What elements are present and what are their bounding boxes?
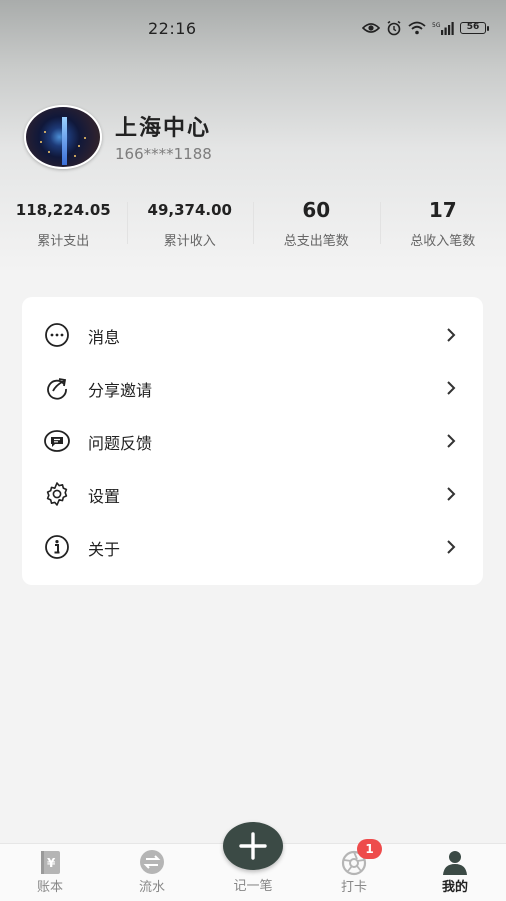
add-record-button[interactable]	[223, 822, 283, 870]
svg-text:5G: 5G	[432, 22, 441, 29]
menu-item-settings[interactable]: 设置	[22, 468, 483, 521]
message-dots-icon	[44, 322, 70, 348]
menu-item-label: 设置	[88, 483, 120, 507]
stat-value: 118,224.05	[0, 196, 127, 224]
feedback-icon	[44, 428, 70, 454]
menu-card: 消息 分享邀请 问题反馈 设置 关于	[22, 297, 483, 585]
nav-item-ledger[interactable]: ¥ 账本	[10, 844, 90, 901]
menu-item-label: 消息	[88, 324, 120, 348]
menu-item-label: 分享邀请	[88, 377, 152, 401]
alarm-icon	[386, 20, 402, 36]
checkin-badge: 1	[357, 839, 382, 859]
battery-icon: 56	[460, 22, 486, 34]
nav-label: 账本	[10, 876, 90, 895]
svg-text:¥: ¥	[47, 856, 56, 870]
chevron-right-icon	[445, 485, 457, 503]
nav-label: 打卡	[314, 876, 394, 895]
chevron-right-icon	[445, 379, 457, 397]
user-icon	[441, 848, 469, 876]
menu-item-about[interactable]: 关于	[22, 521, 483, 574]
stat-expense-count: 60 总支出笔数	[253, 196, 380, 252]
menu-item-share[interactable]: 分享邀请	[22, 362, 483, 415]
nav-label: 我的	[415, 876, 495, 895]
nav-item-checkin[interactable]: 打卡	[314, 844, 394, 901]
stat-income-count: 17 总收入笔数	[380, 196, 506, 252]
wifi-icon	[408, 21, 426, 35]
user-name: 上海中心	[115, 110, 211, 142]
menu-item-messages[interactable]: 消息	[22, 309, 483, 362]
ledger-icon: ¥	[36, 848, 64, 876]
stats-row: 118,224.05 累计支出 49,374.00 累计收入 60 总支出笔数 …	[0, 196, 506, 252]
stat-label: 累计收入	[127, 230, 254, 249]
chevron-right-icon	[445, 432, 457, 450]
status-time: 22:16	[148, 19, 197, 38]
stat-value: 60	[253, 196, 380, 224]
add-record-label: 记一笔	[213, 875, 293, 894]
status-bar: 22:16 5G 56	[0, 0, 506, 60]
eye-icon	[362, 22, 380, 34]
signal-icon: 5G	[432, 21, 454, 35]
gear-icon	[44, 481, 70, 507]
nav-item-flow[interactable]: 流水	[112, 844, 192, 901]
menu-item-feedback[interactable]: 问题反馈	[22, 415, 483, 468]
stat-label: 总支出笔数	[253, 230, 380, 249]
transfer-icon	[138, 848, 166, 876]
stat-label: 总收入笔数	[380, 230, 506, 249]
status-icons: 5G 56	[362, 20, 486, 36]
stat-label: 累计支出	[0, 230, 127, 249]
stat-total-expense: 118,224.05 累计支出	[0, 196, 127, 252]
menu-item-label: 问题反馈	[88, 430, 152, 454]
stat-total-income: 49,374.00 累计收入	[127, 196, 254, 252]
chevron-right-icon	[445, 538, 457, 556]
info-icon	[44, 534, 70, 560]
stat-value: 17	[380, 196, 506, 224]
plus-icon	[238, 831, 268, 861]
share-icon	[44, 375, 70, 401]
chevron-right-icon	[445, 326, 457, 344]
stat-value: 49,374.00	[127, 196, 254, 224]
avatar[interactable]	[24, 105, 102, 169]
menu-item-label: 关于	[88, 536, 120, 560]
nav-item-mine[interactable]: 我的	[415, 844, 495, 901]
user-phone: 166****1188	[115, 145, 212, 163]
nav-label: 流水	[112, 876, 192, 895]
